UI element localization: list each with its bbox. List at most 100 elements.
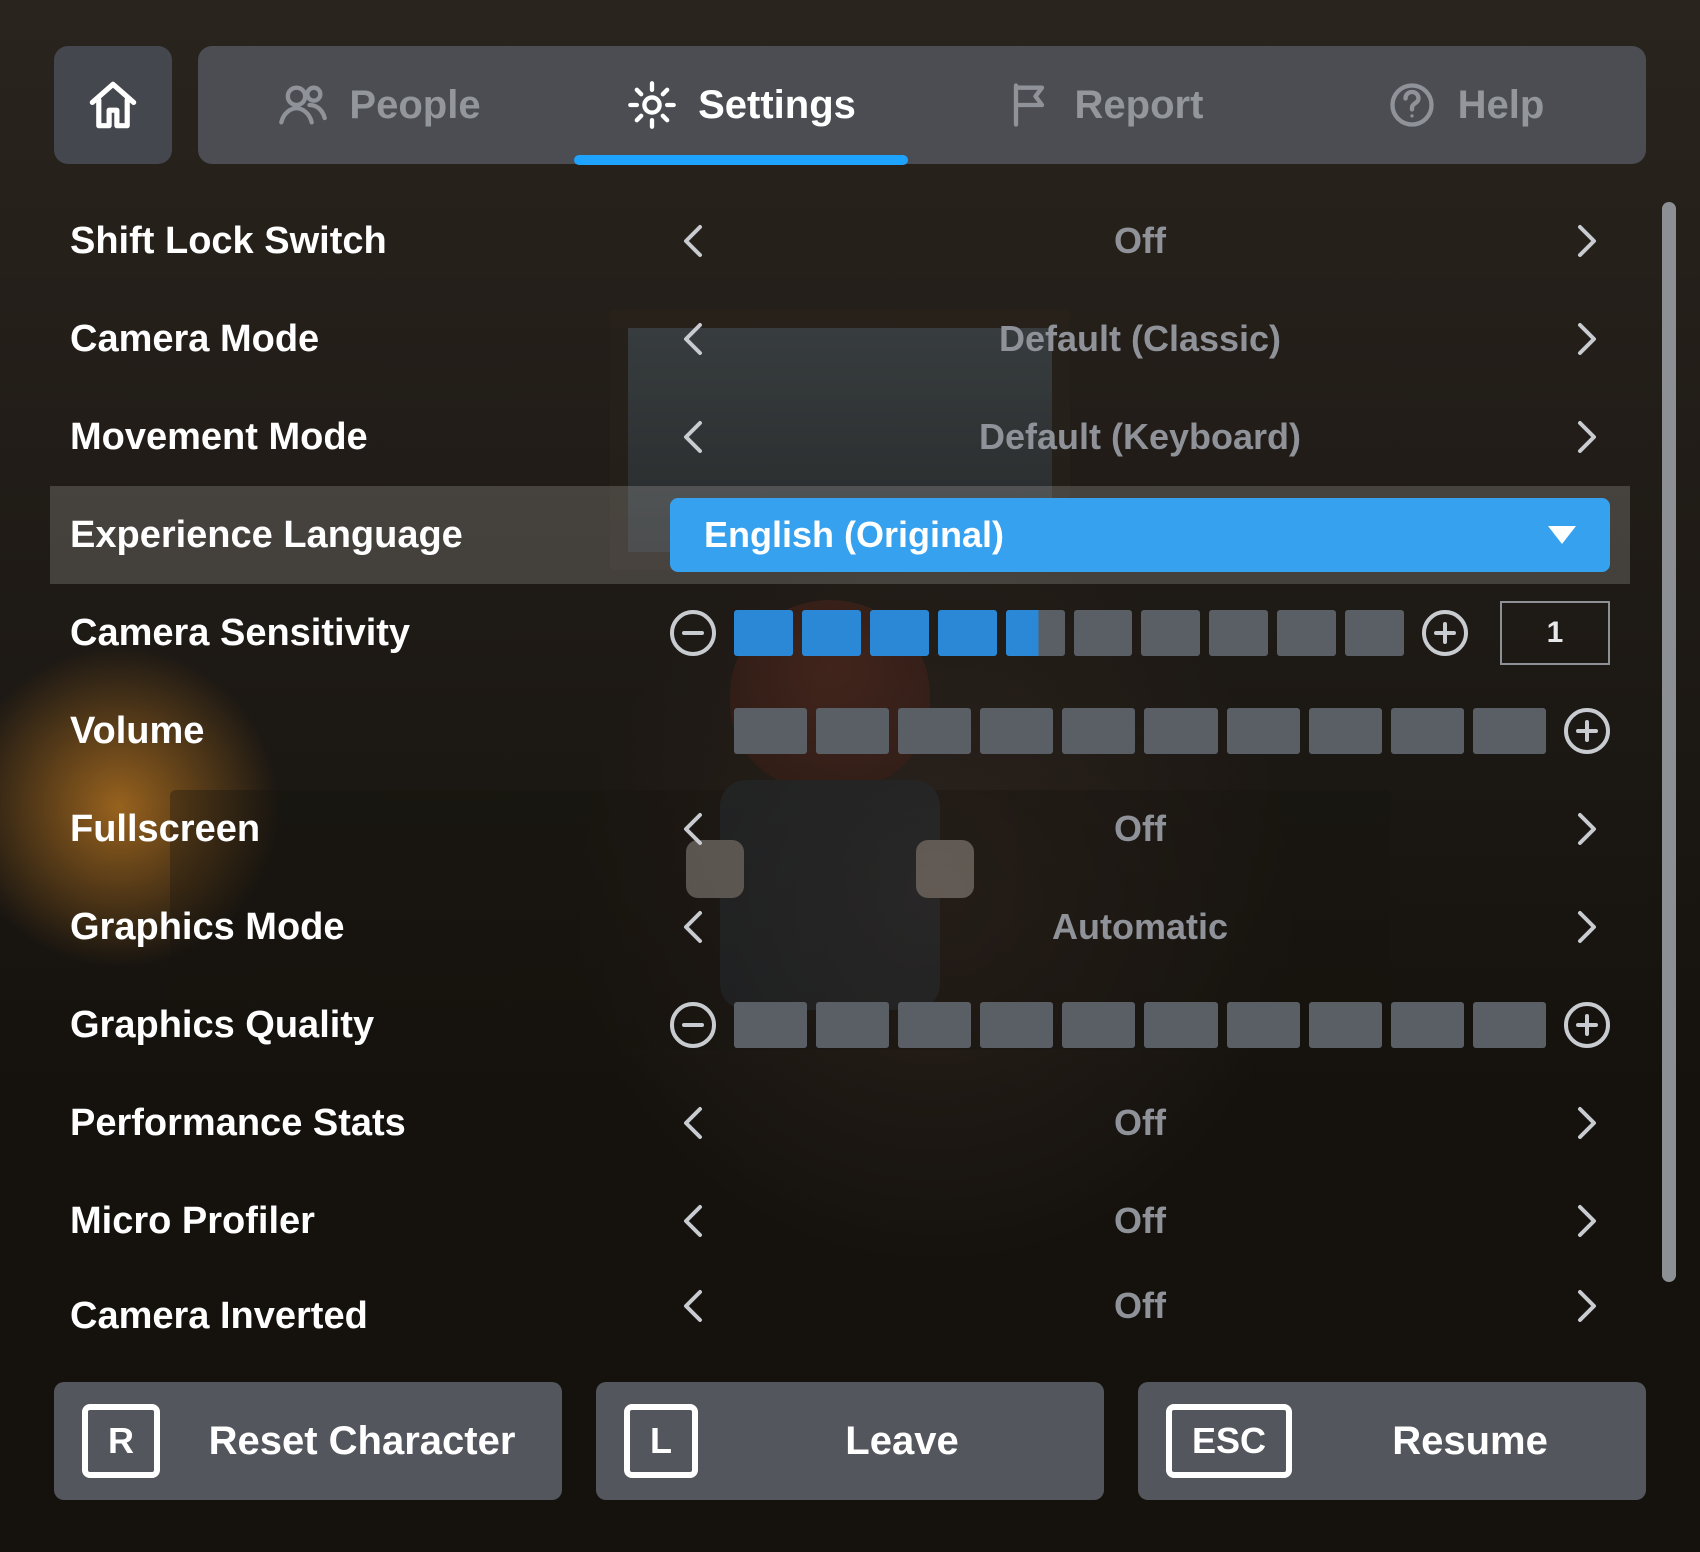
tab-help-label: Help [1458, 83, 1545, 128]
slider-graphics-quality[interactable] [734, 1002, 1546, 1048]
increase-camera-sensitivity[interactable] [1422, 610, 1468, 656]
next-camera-mode[interactable] [1562, 315, 1610, 363]
label-graphics-quality: Graphics Quality [70, 1004, 670, 1047]
value-performance-stats: Off [738, 1102, 1542, 1144]
label-fullscreen: Fullscreen [70, 808, 670, 851]
prev-camera-mode[interactable] [670, 315, 718, 363]
key-l: L [624, 1404, 698, 1478]
prev-movement-mode[interactable] [670, 413, 718, 461]
chevron-left-icon [674, 319, 714, 359]
tab-bar: People Settings Report Help [198, 46, 1646, 164]
row-micro-profiler: Micro Profiler Off [50, 1172, 1630, 1270]
chevron-right-icon [1566, 907, 1606, 947]
prev-shift-lock[interactable] [670, 217, 718, 265]
scrollbar[interactable] [1662, 202, 1676, 1282]
prev-performance-stats[interactable] [670, 1099, 718, 1147]
row-volume: Volume [50, 682, 1630, 780]
home-icon [82, 74, 144, 136]
leave-button[interactable]: L Leave [596, 1382, 1104, 1500]
chevron-left-icon [674, 1286, 714, 1326]
tab-settings[interactable]: Settings [560, 46, 922, 164]
prev-camera-inverted[interactable] [670, 1282, 718, 1330]
next-fullscreen[interactable] [1562, 805, 1610, 853]
tab-report[interactable]: Report [922, 46, 1284, 164]
row-performance-stats: Performance Stats Off [50, 1074, 1630, 1172]
tab-settings-label: Settings [698, 83, 856, 128]
chevron-right-icon [1566, 1286, 1606, 1326]
row-camera-sensitivity: Camera Sensitivity 1 [50, 584, 1630, 682]
row-fullscreen: Fullscreen Off [50, 780, 1630, 878]
label-camera-mode: Camera Mode [70, 318, 670, 361]
gear-icon [626, 79, 678, 131]
value-camera-mode: Default (Classic) [738, 318, 1542, 360]
value-fullscreen: Off [738, 808, 1542, 850]
home-button[interactable] [54, 46, 172, 164]
value-graphics-mode: Automatic [738, 906, 1542, 948]
row-experience-language: Experience Language English (Original) [50, 486, 1630, 584]
chevron-left-icon [674, 809, 714, 849]
next-shift-lock[interactable] [1562, 217, 1610, 265]
row-camera-inverted: Camera Inverted Off [50, 1270, 1630, 1334]
slider-camera-sensitivity[interactable] [734, 610, 1404, 656]
next-graphics-mode[interactable] [1562, 903, 1610, 951]
key-r: R [82, 1404, 160, 1478]
next-movement-mode[interactable] [1562, 413, 1610, 461]
dropdown-experience-language[interactable]: English (Original) [670, 498, 1610, 572]
label-camera-inverted: Camera Inverted [70, 1295, 670, 1335]
chevron-left-icon [674, 1201, 714, 1241]
value-micro-profiler: Off [738, 1200, 1542, 1242]
label-volume: Volume [70, 710, 670, 753]
reset-character-label: Reset Character [190, 1419, 534, 1464]
slider-volume[interactable] [734, 708, 1546, 754]
chevron-left-icon [674, 1103, 714, 1143]
label-camera-sensitivity: Camera Sensitivity [70, 612, 670, 655]
resume-button[interactable]: ESC Resume [1138, 1382, 1646, 1500]
chevron-right-icon [1566, 221, 1606, 261]
value-experience-language: English (Original) [704, 514, 1004, 556]
row-camera-mode: Camera Mode Default (Classic) [50, 290, 1630, 388]
value-camera-sensitivity[interactable]: 1 [1500, 601, 1610, 665]
prev-fullscreen[interactable] [670, 805, 718, 853]
next-micro-profiler[interactable] [1562, 1197, 1610, 1245]
plus-icon [1432, 620, 1458, 646]
plus-icon [1574, 718, 1600, 744]
resume-label: Resume [1322, 1419, 1618, 1464]
row-movement-mode: Movement Mode Default (Keyboard) [50, 388, 1630, 486]
row-graphics-quality: Graphics Quality [50, 976, 1630, 1074]
row-shift-lock: Shift Lock Switch Off [50, 192, 1630, 290]
key-esc: ESC [1166, 1404, 1292, 1478]
increase-graphics-quality[interactable] [1564, 1002, 1610, 1048]
next-camera-inverted[interactable] [1562, 1282, 1610, 1330]
decrease-graphics-quality[interactable] [670, 1002, 716, 1048]
chevron-right-icon [1566, 417, 1606, 457]
chevron-right-icon [1566, 809, 1606, 849]
flag-icon [1003, 79, 1055, 131]
value-camera-inverted: Off [738, 1285, 1542, 1327]
tab-people[interactable]: People [198, 46, 560, 164]
decrease-camera-sensitivity[interactable] [670, 610, 716, 656]
chevron-left-icon [674, 417, 714, 457]
chevron-right-icon [1566, 1103, 1606, 1143]
increase-volume[interactable] [1564, 708, 1610, 754]
chevron-right-icon [1566, 1201, 1606, 1241]
leave-label: Leave [728, 1419, 1076, 1464]
label-performance-stats: Performance Stats [70, 1102, 670, 1145]
chevron-left-icon [674, 907, 714, 947]
tab-report-label: Report [1075, 83, 1204, 128]
tab-help[interactable]: Help [1284, 46, 1646, 164]
label-micro-profiler: Micro Profiler [70, 1200, 670, 1243]
minus-icon [680, 620, 706, 646]
next-performance-stats[interactable] [1562, 1099, 1610, 1147]
settings-list: Shift Lock Switch Off Camera Mode Defaul… [50, 192, 1630, 1334]
people-icon [277, 79, 329, 131]
prev-micro-profiler[interactable] [670, 1197, 718, 1245]
help-icon [1386, 79, 1438, 131]
row-graphics-mode: Graphics Mode Automatic [50, 878, 1630, 976]
tab-people-label: People [349, 83, 480, 128]
reset-character-button[interactable]: R Reset Character [54, 1382, 562, 1500]
prev-graphics-mode[interactable] [670, 903, 718, 951]
chevron-right-icon [1566, 319, 1606, 359]
label-movement-mode: Movement Mode [70, 416, 670, 459]
minus-icon [680, 1012, 706, 1038]
label-experience-language: Experience Language [70, 514, 670, 557]
